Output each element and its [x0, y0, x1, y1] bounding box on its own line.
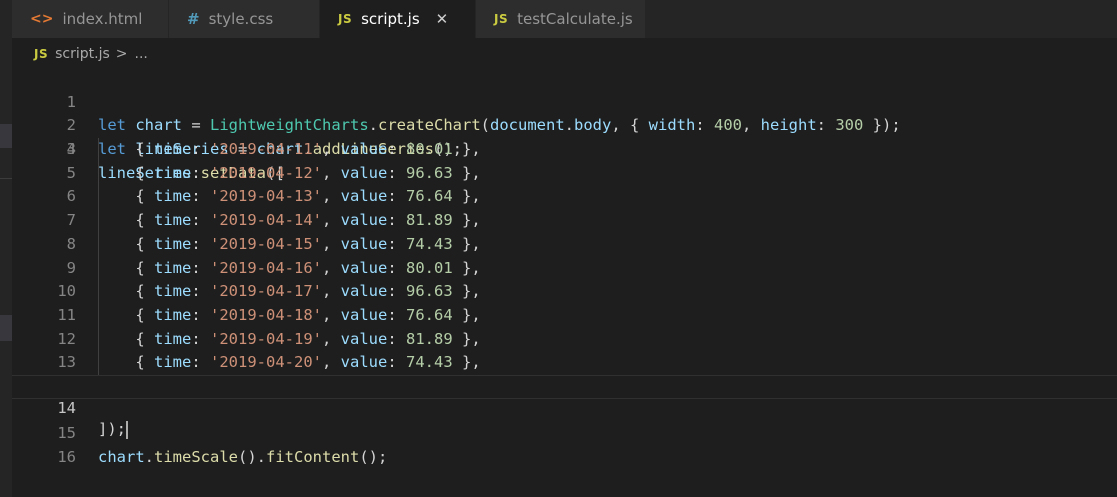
- close-icon[interactable]: ✕: [436, 10, 449, 28]
- line-content: { time: '2019-04-19', value: 81.89 },: [135, 329, 481, 348]
- line-content: { time: '2019-04-20', value: 74.43 },: [135, 353, 481, 372]
- time-value: '2019-04-18': [210, 305, 322, 324]
- line-content: { time: '2019-04-13', value: 76.64 },: [135, 187, 481, 206]
- time-value: '2019-04-11': [210, 140, 322, 159]
- code-line[interactable]: 11 { time: '2019-04-18', value: 76.64 },: [12, 303, 1117, 328]
- tab-script-js[interactable]: JS script.js ✕: [320, 0, 476, 38]
- line-number: 7: [66, 211, 76, 230]
- side-panel-edge: [0, 0, 12, 497]
- code-line[interactable]: 12 { time: '2019-04-19', value: 81.89 },: [12, 327, 1117, 352]
- panel-marker: [0, 315, 12, 341]
- line-number: 16: [57, 448, 76, 467]
- code-line[interactable]: 15 chart.timeScale().fitContent();: [12, 399, 1117, 466]
- panel-divider: [0, 178, 12, 179]
- line-content: { time: '2019-04-14', value: 81.89 },: [135, 211, 481, 230]
- tab-label: index.html: [62, 10, 143, 28]
- code-line[interactable]: 3 lineSeries.setData([: [12, 114, 1117, 182]
- time-value: '2019-04-13': [210, 187, 322, 206]
- code-line[interactable]: 7 { time: '2019-04-14', value: 81.89 },: [12, 209, 1117, 233]
- code-line[interactable]: 5 { time: '2019-04-12', value: 96.63 },: [12, 161, 1117, 186]
- time-value: '2019-04-16': [210, 258, 322, 277]
- vscode-window: <> index.html # style.css JS script.js ✕…: [0, 0, 1117, 497]
- time-value: '2019-04-20': [210, 353, 322, 372]
- line-content: chart.timeScale().fitContent();: [98, 448, 388, 467]
- panel-marker: [0, 124, 12, 148]
- data-value: 80.01: [406, 140, 453, 159]
- tab-label: script.js: [361, 10, 420, 28]
- code-line[interactable]: 16: [12, 422, 1117, 466]
- time-value: '2019-04-17': [210, 282, 322, 301]
- tab-label: testCalculate.js: [517, 10, 633, 28]
- js-icon: JS: [494, 12, 509, 26]
- chevron-right-icon: >: [115, 46, 128, 62]
- tab-index-html[interactable]: <> index.html: [12, 0, 169, 38]
- line-number: 9: [66, 258, 76, 277]
- data-value: 76.64: [406, 187, 453, 206]
- data-value: 96.63: [406, 163, 453, 182]
- tab-label: style.css: [208, 10, 274, 28]
- code-line[interactable]: 10 { time: '2019-04-17', value: 96.63 },: [12, 280, 1117, 304]
- tab-testcalculate-js[interactable]: JS testCalculate.js: [476, 0, 646, 38]
- data-rows: 4 { time: '2019-04-11', value: 80.01 }, 5…: [12, 138, 1117, 375]
- js-icon: JS: [338, 12, 353, 26]
- breadcrumb-symbol[interactable]: ...: [135, 46, 148, 62]
- time-value: '2019-04-15': [210, 234, 322, 253]
- code-line[interactable]: 1 let chart = LightweightCharts.createCh…: [12, 67, 1117, 135]
- code-line-current[interactable]: 14 ]);: [12, 374, 1117, 439]
- line-content: { time: '2019-04-18', value: 76.64 },: [135, 305, 481, 324]
- code-editor[interactable]: 1 let chart = LightweightCharts.createCh…: [12, 67, 1117, 497]
- line-number: 6: [66, 187, 76, 206]
- line-content: { time: '2019-04-17', value: 96.63 },: [135, 282, 481, 301]
- code-line[interactable]: 8 { time: '2019-04-15', value: 74.43 },: [12, 232, 1117, 257]
- breadcrumb: JS script.js > ...: [34, 44, 148, 64]
- data-value: 74.43: [406, 353, 453, 372]
- tab-style-css[interactable]: # style.css: [169, 0, 320, 38]
- data-value: 96.63: [406, 282, 453, 301]
- line-content: { time: '2019-04-12', value: 96.63 },: [135, 163, 481, 182]
- line-number: 5: [66, 163, 76, 182]
- css-icon: #: [187, 10, 200, 28]
- time-value: '2019-04-19': [210, 329, 322, 348]
- code-line[interactable]: 9 { time: '2019-04-16', value: 80.01 },: [12, 256, 1117, 281]
- line-content: { time: '2019-04-16', value: 80.01 },: [135, 258, 481, 277]
- editor-tab-bar: <> index.html # style.css JS script.js ✕…: [12, 0, 1117, 38]
- code-line[interactable]: 4 { time: '2019-04-11', value: 80.01 },: [12, 138, 1117, 162]
- js-icon: JS: [34, 47, 49, 61]
- code-line[interactable]: 2 let lineSeries = chart.addLineSeries()…: [12, 91, 1117, 158]
- code-line[interactable]: 13 { time: '2019-04-20', value: 74.43 },: [12, 351, 1117, 375]
- line-number: 13: [57, 353, 76, 372]
- time-value: '2019-04-12': [210, 163, 322, 182]
- code-line[interactable]: 6 { time: '2019-04-13', value: 76.64 },: [12, 185, 1117, 210]
- data-value: 81.89: [406, 211, 453, 230]
- line-number: 12: [57, 329, 76, 348]
- data-value: 76.64: [406, 305, 453, 324]
- line-number: 4: [66, 140, 76, 159]
- data-value: 80.01: [406, 258, 453, 277]
- html-icon: <>: [30, 11, 54, 27]
- line-number: 8: [66, 234, 76, 253]
- data-value: 74.43: [406, 234, 453, 253]
- time-value: '2019-04-14': [210, 211, 322, 230]
- line-number: 11: [57, 305, 76, 324]
- breadcrumb-file[interactable]: script.js: [55, 46, 110, 62]
- line-number: 10: [57, 282, 76, 301]
- data-value: 81.89: [406, 329, 453, 348]
- line-content: { time: '2019-04-15', value: 74.43 },: [135, 234, 481, 253]
- line-content: { time: '2019-04-11', value: 80.01 },: [135, 140, 481, 159]
